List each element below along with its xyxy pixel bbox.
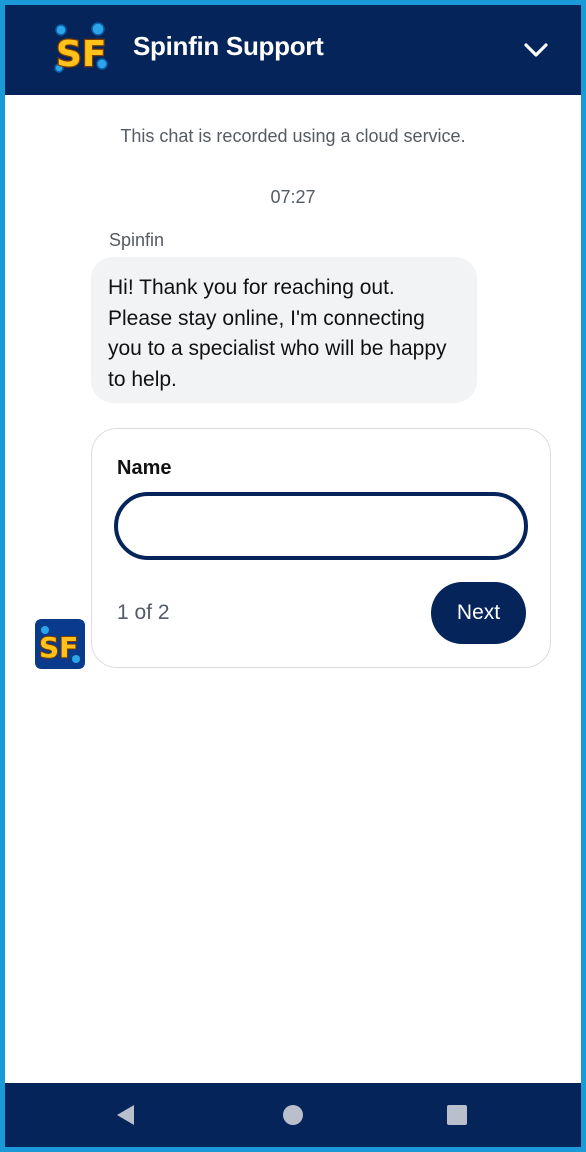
message-timestamp: 07:27 bbox=[270, 187, 316, 207]
back-triangle-icon[interactable] bbox=[114, 1103, 138, 1127]
form-step-indicator: 1 of 2 bbox=[117, 601, 170, 624]
agent-avatar-icon: SF bbox=[35, 619, 85, 669]
spinfin-logo-icon: SF bbox=[54, 22, 108, 76]
recording-notice: This chat is recorded using a cloud serv… bbox=[120, 126, 466, 146]
name-input[interactable] bbox=[114, 492, 528, 560]
name-field-label: Name bbox=[117, 457, 172, 479]
header-title: Spinfin Support bbox=[133, 31, 324, 61]
app-frame: SF Spinfin Support This chat is recorded… bbox=[5, 5, 581, 1147]
chat-message-text: Hi! Thank you for reaching out. Please s… bbox=[108, 276, 447, 391]
recent-apps-square-icon[interactable] bbox=[446, 1104, 468, 1126]
chat-header: SF Spinfin Support bbox=[5, 5, 581, 95]
system-nav-bar bbox=[5, 1083, 581, 1147]
svg-text:SF: SF bbox=[39, 631, 78, 664]
home-circle-icon[interactable] bbox=[282, 1104, 304, 1126]
name-form-card: Name 1 of 2 Next bbox=[91, 428, 551, 668]
chat-message-bubble: Hi! Thank you for reaching out. Please s… bbox=[91, 257, 477, 403]
sender-name: Spinfin bbox=[109, 230, 165, 250]
chevron-down-icon[interactable] bbox=[521, 35, 551, 65]
svg-text:SF: SF bbox=[56, 34, 107, 75]
next-button[interactable]: Next bbox=[431, 582, 526, 644]
